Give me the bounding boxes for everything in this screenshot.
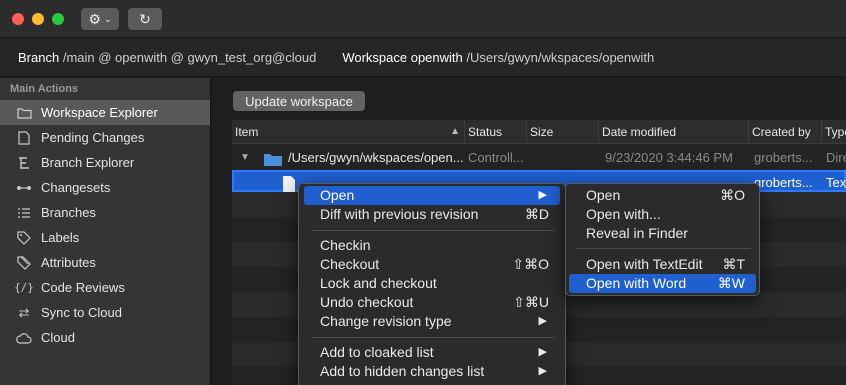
menu-separator xyxy=(311,230,555,231)
workspace-label: Workspace openwith xyxy=(342,50,463,65)
sidebar: Main Actions Workspace Explorer Pending … xyxy=(0,78,211,385)
minimize-window-button[interactable] xyxy=(32,13,44,25)
sidebar-item-attributes[interactable]: Attributes xyxy=(0,250,210,275)
close-window-button[interactable] xyxy=(12,13,24,25)
item-date-modified: 9/23/2020 3:44:46 PM xyxy=(605,150,733,165)
sidebar-item-label: Sync to Cloud xyxy=(41,305,122,320)
sidebar-item-label: Workspace Explorer xyxy=(41,105,158,120)
menu-separator xyxy=(311,337,555,338)
submenu-item-open-with[interactable]: Open with... xyxy=(569,205,756,224)
code-review-icon: {/} xyxy=(14,281,34,294)
workspace-path: /Users/gwyn/wkspaces/openwith xyxy=(466,50,655,65)
sidebar-item-code-reviews[interactable]: {/} Code Reviews xyxy=(0,275,210,300)
item-type: Dire xyxy=(826,150,846,165)
submenu-item-open-with-textedit[interactable]: Open with TextEdit ⌘T xyxy=(569,255,756,274)
menu-item-checkout[interactable]: Checkout ⇧⌘O xyxy=(304,255,560,274)
menu-item-lock-and-checkout[interactable]: Lock and checkout xyxy=(304,274,560,293)
submenu-item-open-with-word[interactable]: Open with Word ⌘W xyxy=(569,274,756,293)
refresh-icon: ↻ xyxy=(139,10,151,27)
sync-icon: ⇄ xyxy=(18,304,30,320)
title-bar: ⚙ ⌄ ↻ xyxy=(0,0,846,38)
sidebar-item-workspace-explorer[interactable]: Workspace Explorer xyxy=(0,100,210,125)
disclosure-triangle-icon[interactable]: ▼ xyxy=(240,145,250,170)
branch-value: /main @ openwith @ gwyn_test_org@cloud xyxy=(62,50,317,65)
shortcut: ⇧⌘U xyxy=(513,294,549,310)
sidebar-item-branch-explorer[interactable]: Branch Explorer xyxy=(0,150,210,175)
sidebar-item-sync-to-cloud[interactable]: ⇄ Sync to Cloud xyxy=(0,300,210,325)
sidebar-item-label: Labels xyxy=(41,230,80,245)
menu-item-add-to-hidden-changes-list[interactable]: Add to hidden changes list ▶ xyxy=(304,362,560,381)
sidebar-item-labels[interactable]: Labels xyxy=(0,225,210,250)
sidebar-item-pending-changes[interactable]: Pending Changes xyxy=(0,125,210,150)
sidebar-item-changesets[interactable]: Changesets xyxy=(0,175,210,200)
column-header-date-modified[interactable]: Date modified xyxy=(599,120,749,144)
changeset-icon xyxy=(16,180,32,196)
shortcut: ⌘T xyxy=(722,256,745,272)
sidebar-item-label: Cloud xyxy=(41,330,75,345)
menu-item-undo-checkout[interactable]: Undo checkout ⇧⌘U xyxy=(304,293,560,312)
sidebar-item-label: Branches xyxy=(41,205,96,220)
workspace-info-bar: Branch /main @ openwith @ gwyn_test_org@… xyxy=(0,39,846,77)
menu-item-checkin[interactable]: Checkin xyxy=(304,236,560,255)
update-workspace-button[interactable]: Update workspace xyxy=(233,91,365,111)
sidebar-item-branches[interactable]: Branches xyxy=(0,200,210,225)
list-icon xyxy=(16,205,32,221)
branch-icon xyxy=(16,155,32,171)
tag-icon xyxy=(16,230,32,246)
zoom-window-button[interactable] xyxy=(52,13,64,25)
folder-icon xyxy=(263,145,283,170)
item-created-by: groberts... xyxy=(754,150,813,165)
menu-item-open[interactable]: Open ▶ xyxy=(304,186,560,205)
workspace-info: Workspace openwith /Users/gwyn/wkspaces/… xyxy=(342,50,654,65)
menu-separator xyxy=(576,248,751,249)
sort-ascending-icon: ▲ xyxy=(450,126,460,137)
table-header: Item ▲ Status Size Date modified Created… xyxy=(232,120,846,144)
branch-info: Branch /main @ openwith @ gwyn_test_org@… xyxy=(18,50,316,65)
column-header-type[interactable]: Type xyxy=(822,120,846,144)
menu-item-diff-with-previous-revision[interactable]: Diff with previous revision ⌘D xyxy=(304,205,560,224)
gear-icon: ⚙ xyxy=(88,10,101,27)
shortcut: ⌘W xyxy=(717,275,745,291)
document-icon xyxy=(16,130,32,146)
item-path: /Users/gwyn/wkspaces/open... xyxy=(288,150,464,165)
submenu-arrow-icon: ▶ xyxy=(538,346,547,358)
submenu-arrow-icon: ▶ xyxy=(538,315,547,327)
sidebar-item-label: Pending Changes xyxy=(41,130,145,145)
menu-item-change-revision-type[interactable]: Change revision type ▶ xyxy=(304,312,560,331)
submenu-arrow-icon: ▶ xyxy=(538,365,547,377)
sidebar-header: Main Actions xyxy=(10,83,79,95)
shortcut: ⌘O xyxy=(720,187,745,203)
sidebar-item-label: Attributes xyxy=(41,255,96,270)
column-header-status[interactable]: Status xyxy=(465,120,527,144)
attributes-icon xyxy=(16,255,32,271)
branch-label: Branch xyxy=(18,50,60,65)
column-header-created-by[interactable]: Created by xyxy=(749,120,822,144)
menu-item-add-to-cloaked-list[interactable]: Add to cloaked list ▶ xyxy=(304,343,560,362)
cloud-icon xyxy=(16,330,32,346)
submenu-arrow-icon: ▶ xyxy=(538,189,547,201)
item-status: Controll... xyxy=(468,150,524,165)
column-header-item[interactable]: Item ▲ xyxy=(232,120,465,144)
submenu-item-reveal-in-finder[interactable]: Reveal in Finder xyxy=(569,224,756,243)
folder-icon xyxy=(16,105,32,121)
column-header-size[interactable]: Size xyxy=(527,120,599,144)
context-menu: Open ▶ Diff with previous revision ⌘D Ch… xyxy=(298,183,566,385)
submenu-item-open[interactable]: Open ⌘O xyxy=(569,186,756,205)
sidebar-item-label: Changesets xyxy=(41,180,111,195)
sidebar-item-cloud[interactable]: Cloud xyxy=(0,325,210,350)
sidebar-item-label: Code Reviews xyxy=(41,280,125,295)
settings-menu-button[interactable]: ⚙ ⌄ xyxy=(81,8,119,30)
refresh-button[interactable]: ↻ xyxy=(128,8,162,30)
sidebar-item-label: Branch Explorer xyxy=(41,155,135,170)
shortcut: ⌘D xyxy=(524,206,549,222)
chevron-down-icon: ⌄ xyxy=(104,13,112,24)
table-row[interactable]: ▼ /Users/gwyn/wkspaces/open... Controll.… xyxy=(232,145,846,170)
open-submenu: Open ⌘O Open with... Reveal in Finder Op… xyxy=(565,183,760,296)
shortcut: ⇧⌘O xyxy=(512,256,549,272)
